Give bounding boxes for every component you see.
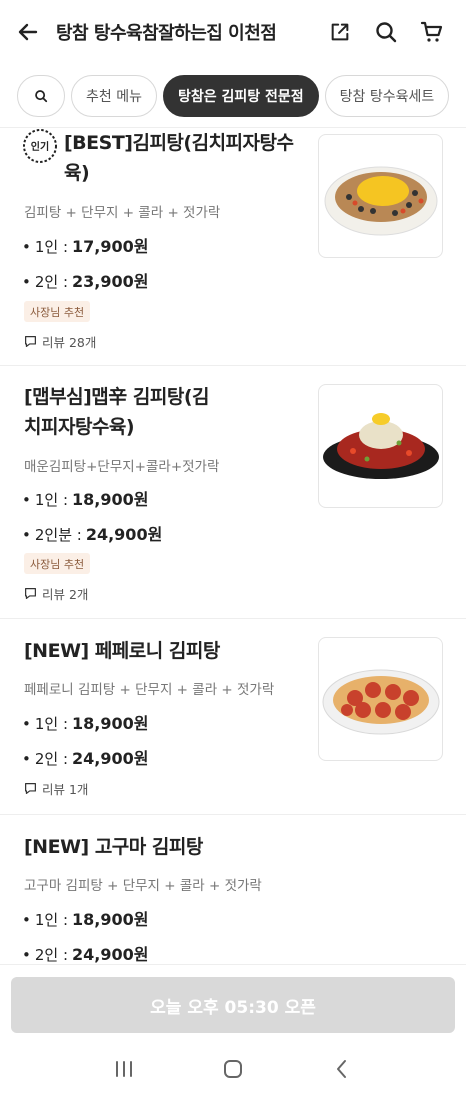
price-row: • 1인 :18,900원 — [22, 486, 149, 510]
menu-name: [맵부심]맵辛 김피탕(김치피자탕수육) — [24, 386, 210, 438]
system-back-button[interactable] — [331, 1058, 353, 1084]
owner-recommend-badge: 사장님 추천 — [24, 553, 91, 574]
price-amount: 17,900원 — [72, 237, 149, 256]
menu-item[interactable]: [NEW] 페페로니 김피탕 페페로니 김피탕 + 단무지 + 콜라 + 젓가락… — [0, 619, 466, 815]
menu-image[interactable] — [318, 384, 443, 508]
price-label: 1인 : — [34, 911, 69, 929]
price-label: 2인 : — [34, 273, 69, 291]
search-icon — [35, 89, 48, 102]
home-icon — [223, 1060, 242, 1078]
menu-name: [BEST]김피탕(김치피자탕수육) — [64, 132, 294, 184]
cart-icon — [420, 21, 443, 42]
menu-image[interactable] — [318, 134, 443, 258]
price-label: 1인 : — [34, 238, 69, 256]
price-amount: 24,900원 — [72, 749, 149, 768]
chevron-left-icon — [336, 1060, 346, 1078]
cart-button[interactable] — [416, 16, 448, 48]
price-amount: 24,900원 — [72, 945, 149, 964]
price-row: • 1인 :18,900원 — [22, 906, 149, 930]
open-time-button[interactable]: 오늘 오후 05:30 오픈 — [11, 977, 455, 1033]
menu-search-chip[interactable] — [17, 74, 65, 117]
recent-apps-button[interactable] — [113, 1059, 135, 1083]
menu-name: [NEW] 고구마 김피탕 — [24, 836, 203, 858]
search-icon — [376, 22, 397, 43]
popular-label: 인기 — [30, 142, 50, 153]
tab-kimpitang[interactable]: 탕참은 김피탕 전문점 — [162, 74, 319, 117]
app-header: 탕참 탕수육참잘하는집 이천점 — [0, 0, 466, 64]
menu-image[interactable] — [318, 637, 443, 761]
review-count: 리뷰 1개 — [24, 779, 88, 798]
review-count: 리뷰 2개 — [24, 584, 88, 603]
price-row: • 1인 :18,900원 — [22, 710, 149, 734]
food-photo — [323, 413, 439, 479]
bottom-order-bar: 오늘 오후 05:30 오픈 — [0, 964, 466, 1044]
food-photo — [324, 166, 438, 236]
popular-badge: 인기 — [22, 128, 58, 164]
menu-item[interactable]: [맵부심]맵辛 김피탕(김치피자탕수육) 매운김피탕+단무지+콜라+젓가락 • 1… — [0, 366, 466, 619]
store-title: 탕참 탕수육참잘하는집 이천점 — [56, 23, 277, 44]
owner-recommend-badge: 사장님 추천 — [24, 301, 91, 322]
menu-description: 페페로니 김피탕 + 단무지 + 콜라 + 젓가락 — [24, 682, 275, 698]
price-amount: 18,900원 — [72, 910, 149, 929]
price-row: • 2인분 :24,900원 — [22, 521, 162, 545]
home-button[interactable] — [222, 1058, 244, 1084]
price-row: • 2인 :23,900원 — [22, 268, 149, 292]
menu-description: 매운김피탕+단무지+콜라+젓가락 — [24, 459, 220, 475]
arrow-left-icon — [18, 23, 38, 41]
category-tabs: 추천 메뉴 탕참은 김피탕 전문점 탕참 탕수육세트 — [0, 64, 466, 128]
comment-icon — [25, 783, 36, 794]
comment-icon — [25, 588, 36, 599]
price-label: 2인 : — [34, 750, 69, 768]
share-button[interactable] — [324, 16, 356, 48]
menu-name: [NEW] 페페로니 김피탕 — [24, 640, 220, 662]
recent-apps-icon — [116, 1061, 133, 1077]
food-photo — [322, 669, 440, 735]
menu-description: 고구마 김피탕 + 단무지 + 콜라 + 젓가락 — [24, 878, 262, 894]
price-row: • 2인 :24,900원 — [22, 745, 149, 769]
price-amount: 18,900원 — [72, 490, 149, 509]
review-count: 리뷰 28개 — [24, 332, 96, 351]
system-nav-bar — [0, 1044, 466, 1098]
back-button[interactable] — [0, 0, 56, 64]
share-icon — [331, 23, 349, 41]
price-amount: 18,900원 — [72, 714, 149, 733]
price-label: 2인분 : — [34, 526, 82, 544]
tab-tangsuyuk-set[interactable]: 탕참 탕수육세트 — [324, 74, 450, 117]
price-row: • 1인 :17,900원 — [22, 233, 149, 257]
price-label: 1인 : — [34, 491, 69, 509]
price-label: 2인 : — [34, 946, 69, 964]
price-label: 1인 : — [34, 715, 69, 733]
menu-item[interactable]: [NEW] 고구마 김피탕 고구마 김피탕 + 단무지 + 콜라 + 젓가락 •… — [0, 815, 466, 964]
price-amount: 24,900원 — [85, 525, 163, 544]
menu-list: 인기 [BEST]김피탕(김치피자탕수육) 김피탕 + 단무지 + 콜라 + 젓… — [0, 128, 466, 964]
menu-item[interactable]: 인기 [BEST]김피탕(김치피자탕수육) 김피탕 + 단무지 + 콜라 + 젓… — [0, 128, 466, 366]
tab-recommended[interactable]: 추천 메뉴 — [71, 74, 157, 117]
price-amount: 23,900원 — [72, 272, 149, 291]
menu-description: 김피탕 + 단무지 + 콜라 + 젓가락 — [24, 205, 221, 221]
search-button[interactable] — [370, 16, 402, 48]
comment-icon — [25, 336, 36, 347]
price-row: • 2인 :24,900원 — [22, 941, 149, 964]
